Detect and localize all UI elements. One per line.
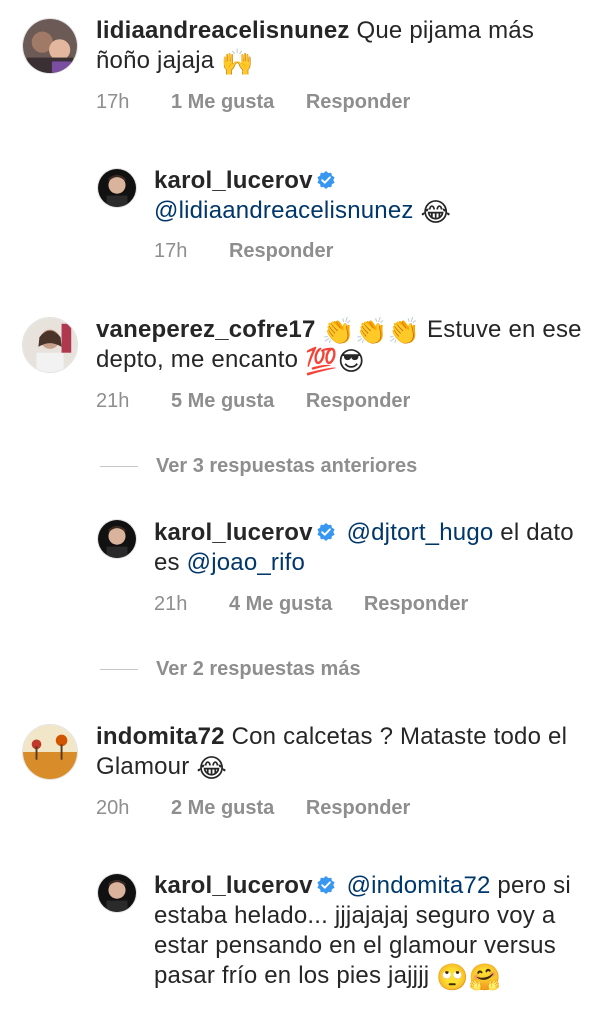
avatar-photo-icon	[23, 725, 77, 779]
reply-button[interactable]: Responder	[306, 389, 410, 413]
tears-of-joy-emoji-icon: 😂	[420, 197, 452, 227]
view-previous-replies-label: Ver 3 respuestas anteriores	[156, 455, 418, 477]
comment-time: 21h	[96, 390, 130, 412]
comment-meta: 20h 2 Me gusta Responder	[96, 796, 436, 820]
comment-body: lidiaandreacelisnunez Que pijama más ñoñ…	[96, 16, 586, 76]
raised-hands-emoji-icon: 🙌	[221, 47, 254, 77]
reply-button[interactable]: Responder	[306, 796, 410, 820]
avatar-lidiaandreacelisnunez[interactable]	[22, 18, 78, 74]
comment-body: vaneperez_cofre17 👏👏👏 Estuve en ese dept…	[96, 315, 586, 375]
comment-mention[interactable]: @joao_rifo	[187, 549, 305, 576]
avatar-photo-icon	[23, 318, 77, 372]
avatar-karol-lucerov[interactable]	[97, 873, 137, 913]
view-more-replies-button[interactable]: Ver 2 respuestas más	[100, 657, 361, 681]
comment-likes[interactable]: 1 Me gusta	[171, 90, 274, 114]
comment-body: karol_lucerov @djtort_hugo el dato es @j…	[154, 518, 594, 578]
comment-username[interactable]: karol_lucerov	[154, 872, 313, 899]
tears-of-joy-emoji-icon: 😂	[196, 753, 227, 783]
comment-mention[interactable]: @lidiaandreacelisnunez	[154, 197, 414, 224]
divider-line	[100, 466, 138, 468]
comment-mention[interactable]: @indomita72	[347, 872, 491, 899]
comment-username[interactable]: indomita72	[96, 723, 225, 750]
avatar-karol-lucerov[interactable]	[97, 168, 137, 208]
comment-meta: 17h 1 Me gusta Responder	[96, 90, 436, 114]
verified-badge-icon	[317, 171, 335, 189]
avatar-photo-icon	[23, 19, 77, 73]
divider-line	[100, 669, 138, 671]
clapping-hands-emoji-icon: 👏👏👏	[322, 316, 421, 346]
reply-button[interactable]: Responder	[306, 90, 410, 114]
comment-likes[interactable]: 5 Me gusta	[171, 389, 274, 413]
view-previous-replies-button[interactable]: Ver 3 respuestas anteriores	[100, 454, 417, 478]
reply-button[interactable]: Responder	[229, 239, 333, 263]
comment-body: karol_lucerov @indomita72 pero si estaba…	[154, 871, 594, 991]
comment-meta: 21h 5 Me gusta Responder	[96, 389, 436, 413]
avatar-photo-icon	[98, 169, 136, 207]
reply-button[interactable]: Responder	[364, 592, 468, 616]
comment-time: 21h	[154, 593, 188, 615]
verified-badge-icon	[317, 523, 335, 541]
comment-username[interactable]: karol_lucerov	[154, 519, 313, 546]
avatar-vaneperez-cofre17[interactable]	[22, 317, 78, 373]
avatar-photo-icon	[98, 520, 136, 558]
verified-badge-icon	[317, 876, 335, 894]
comment-likes[interactable]: 2 Me gusta	[171, 796, 274, 820]
comment-likes[interactable]: 4 Me gusta	[229, 592, 332, 616]
comment-body: karol_lucerov @lidiaandreacelisnunez 😂	[154, 166, 594, 226]
comment-time: 17h	[96, 91, 130, 113]
comment-username[interactable]: vaneperez_cofre17	[96, 316, 316, 343]
hundred-sunglasses-emoji-icon: 💯😎	[305, 346, 365, 376]
comment-mention[interactable]: @djtort_hugo	[347, 519, 494, 546]
view-more-replies-label: Ver 2 respuestas más	[156, 658, 361, 680]
comment-meta: 17h Responder	[154, 239, 359, 263]
avatar-photo-icon	[98, 874, 136, 912]
comment-body: indomita72 Con calcetas ? Mataste todo e…	[96, 722, 586, 782]
comment-time: 17h	[154, 240, 188, 262]
eye-roll-hug-emoji-icon: 🙄🤗	[436, 962, 502, 992]
comment-username[interactable]: lidiaandreacelisnunez	[96, 17, 350, 44]
comment-time: 20h	[96, 797, 130, 819]
comment-username[interactable]: karol_lucerov	[154, 167, 313, 194]
comment-meta: 21h 4 Me gusta Responder	[154, 592, 494, 616]
avatar-indomita72[interactable]	[22, 724, 78, 780]
avatar-karol-lucerov[interactable]	[97, 519, 137, 559]
